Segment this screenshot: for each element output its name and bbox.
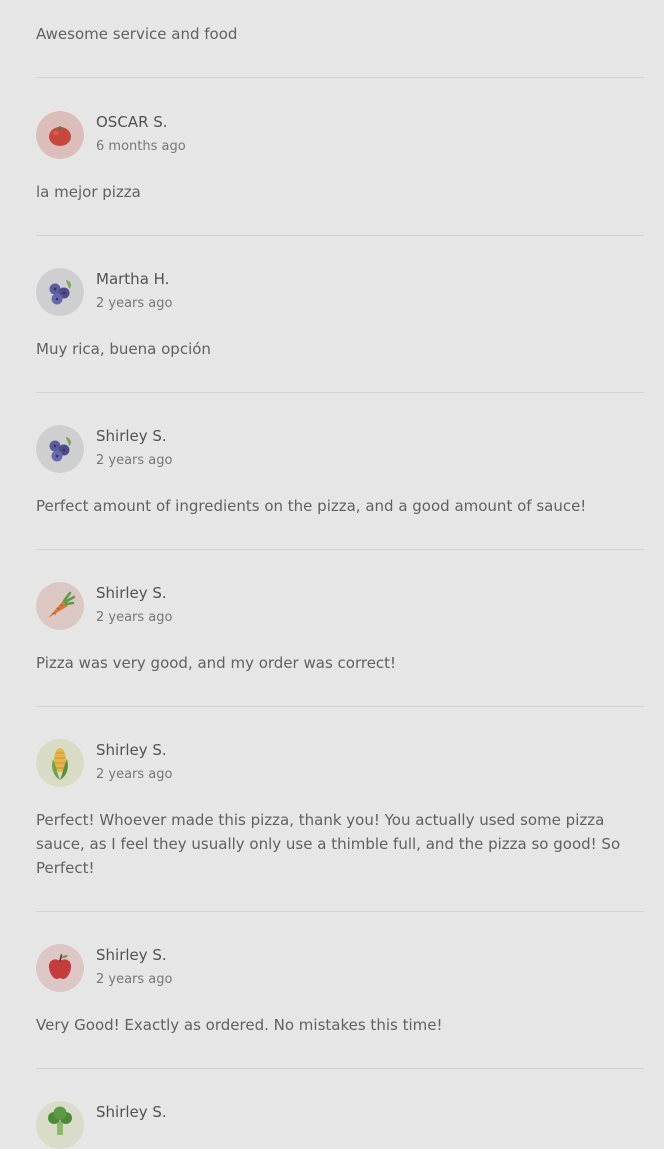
review-text: Perfect! Whoever made this pizza, thank … [36,811,621,877]
reviewer-name: OSCAR S. [96,113,168,131]
reviewer-name: Shirley S. [96,946,167,964]
review-timestamp: 2 years ago [96,453,173,468]
apple-icon [36,944,84,992]
broccoli-icon [36,1101,84,1149]
blueberry-icon [36,425,84,473]
review-timestamp: 2 years ago [96,610,173,625]
review-text: Muy rica, buena opción [36,340,211,358]
blueberry-icon [36,268,84,316]
divider [36,549,644,550]
reviewer-name: Shirley S. [96,584,167,602]
reviewer-name: Martha H. [96,270,170,288]
review-text: Very Good! Exactly as ordered. No mistak… [36,1016,443,1034]
review-timestamp: 2 years ago [96,767,173,782]
divider [36,911,644,912]
divider [36,235,644,236]
divider [36,1068,644,1069]
review-text: la mejor pizza [36,183,141,201]
review-timestamp: 2 years ago [96,972,173,987]
review-text: Perfect amount of ingredients on the piz… [36,497,587,515]
review-timestamp: 2 years ago [96,296,173,311]
tomato-icon [36,111,84,159]
reviewer-name: Shirley S. [96,1103,167,1121]
divider [36,77,644,78]
review-text: Awesome service and food [36,25,238,43]
divider [36,706,644,707]
reviewer-name: Shirley S. [96,741,167,759]
review-timestamp: 6 months ago [96,139,186,154]
corn-icon [36,739,84,787]
divider [36,392,644,393]
review-text: Pizza was very good, and my order was co… [36,654,397,672]
carrot-icon [36,582,84,630]
reviewer-name: Shirley S. [96,427,167,445]
